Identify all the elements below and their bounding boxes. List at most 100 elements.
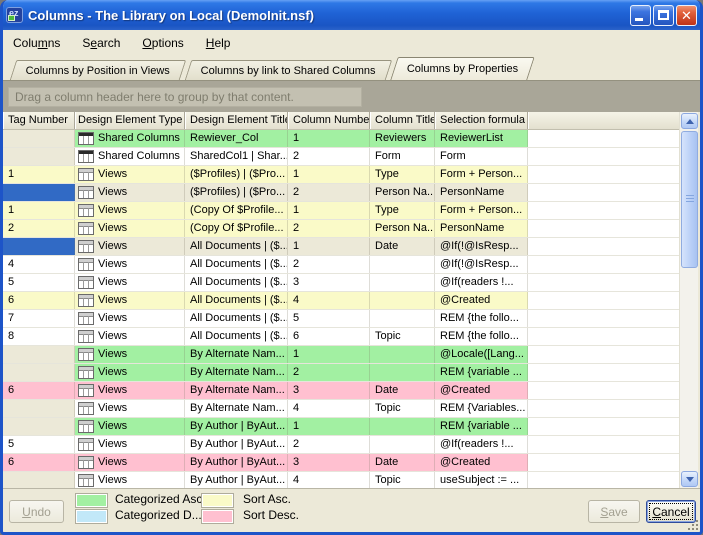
table-row[interactable]: 4 Views All Documents | ($... 2 @If(!@Is… [3, 256, 679, 274]
column-header-selection-formula[interactable]: Selection formula [435, 112, 528, 129]
cell-column-title: Date [370, 238, 435, 255]
vertical-scrollbar[interactable] [679, 112, 698, 488]
cell-column-title: Topic [370, 328, 435, 345]
design-element-icon [78, 312, 94, 325]
table-row[interactable]: Shared Columns Rewiever_Col 1 Reviewers … [3, 130, 679, 148]
cell-column-title: Topic [370, 400, 435, 417]
cell-tag-number [3, 346, 75, 363]
cell-selection-formula: @Locale([Lang... [435, 346, 528, 363]
tab-columns-by-properties[interactable]: Columns by Properties [390, 57, 535, 80]
cell-design-element-type: Views [98, 256, 127, 273]
table-row[interactable]: 5 Views All Documents | ($... 3 @If(read… [3, 274, 679, 292]
column-header-column-title[interactable]: Column Title [370, 112, 435, 129]
cell-selection-formula: REM {Variables... [435, 400, 528, 417]
column-header-design-element-type[interactable]: Design Element Type [75, 112, 185, 129]
tab-columns-by-position[interactable]: Columns by Position in Views [10, 60, 187, 80]
cell-design-element-title: SharedCol1 | Shar... [185, 148, 288, 165]
cell-design-element-title: All Documents | ($... [185, 310, 288, 327]
design-element-icon [78, 474, 94, 487]
cell-design-element-type: Views [98, 418, 127, 435]
table-row[interactable]: Views By Alternate Nam... 4 Topic REM {V… [3, 400, 679, 418]
cell-column-title: Type [370, 166, 435, 183]
design-element-icon [78, 402, 94, 415]
table-row[interactable]: 6 Views By Alternate Nam... 3 Date @Crea… [3, 382, 679, 400]
table-row[interactable]: Views ($Profiles) | ($Pro... 2 Person Na… [3, 184, 679, 202]
cell-column-number: 3 [288, 382, 370, 399]
cell-column-number: 2 [288, 256, 370, 273]
cell-design-element-type: Views [98, 472, 127, 488]
cell-tag-number: 6 [3, 292, 75, 309]
minimize-icon [635, 18, 643, 21]
cell-column-title: Person Na... [370, 220, 435, 237]
table-row[interactable]: 8 Views All Documents | ($... 6 Topic RE… [3, 328, 679, 346]
scroll-down-button[interactable] [681, 471, 698, 487]
menu-item-help[interactable]: Help [206, 36, 231, 50]
cell-design-element-title: (Copy Of $Profile... [185, 220, 288, 237]
group-by-drop-zone[interactable]: Drag a column header here to group by th… [8, 87, 362, 107]
resize-grip-icon[interactable] [686, 518, 698, 530]
table-row[interactable]: 6 Views All Documents | ($... 4 @Created [3, 292, 679, 310]
legend-label-sort-asc: Sort Asc. [243, 492, 291, 506]
design-element-icon [78, 168, 94, 181]
grid-body: Shared Columns Rewiever_Col 1 Reviewers … [3, 130, 679, 488]
tab-columns-by-link[interactable]: Columns by link to Shared Columns [185, 60, 392, 80]
cell-design-element-type: Shared Columns [98, 148, 180, 165]
scrollbar-thumb[interactable] [681, 131, 698, 268]
cell-column-number: 5 [288, 310, 370, 327]
app-window: ez Columns - The Library on Local (DemoI… [0, 0, 703, 535]
design-element-icon [78, 276, 94, 289]
table-row[interactable]: Shared Columns SharedCol1 | Shar... 2 Fo… [3, 148, 679, 166]
cell-column-title: Person Na... [370, 184, 435, 201]
table-row[interactable]: Views By Author | ByAut... 4 Topic useSu… [3, 472, 679, 488]
design-element-icon [78, 420, 94, 433]
cell-selection-formula: REM {the follo... [435, 328, 528, 345]
table-row[interactable]: 1 Views ($Profiles) | ($Pro... 1 Type Fo… [3, 166, 679, 184]
cell-selection-formula: REM {the follo... [435, 310, 528, 327]
table-row[interactable]: Views All Documents | ($... 1 Date @If(!… [3, 238, 679, 256]
scroll-up-button[interactable] [681, 113, 698, 129]
table-row[interactable]: 2 Views (Copy Of $Profile... 2 Person Na… [3, 220, 679, 238]
table-row[interactable]: Views By Alternate Nam... 1 @Locale([Lan… [3, 346, 679, 364]
menu-item-columns[interactable]: Columns [13, 36, 60, 50]
cell-tag-number: 5 [3, 436, 75, 453]
footer-bar: Undo Categorized Asc. Sort Asc. Categori… [3, 488, 700, 532]
close-button[interactable]: ✕ [676, 5, 697, 26]
app-icon: ez [6, 7, 23, 23]
cell-design-element-type: Views [98, 166, 127, 183]
design-element-icon [78, 150, 94, 163]
chevron-up-icon [686, 119, 694, 124]
maximize-button[interactable] [653, 5, 674, 26]
cell-tag-number: 6 [3, 382, 75, 399]
column-header-design-element-title[interactable]: Design Element Title [185, 112, 288, 129]
column-header-filler [528, 112, 679, 129]
cell-column-number: 4 [288, 292, 370, 309]
cell-tag-number: 8 [3, 328, 75, 345]
table-row[interactable]: Views By Author | ByAut... 1 REM {variab… [3, 418, 679, 436]
grid-header: Tag Number Design Element Type Design El… [3, 112, 679, 130]
cell-design-element-title: By Author | ByAut... [185, 418, 288, 435]
column-header-tag-number[interactable]: Tag Number [3, 112, 75, 129]
minimize-button[interactable] [630, 5, 651, 26]
cell-column-title: Date [370, 454, 435, 471]
column-header-column-number[interactable]: Column Number [288, 112, 370, 129]
design-element-icon [78, 348, 94, 361]
cell-selection-formula: @Created [435, 382, 528, 399]
cell-column-title [370, 310, 435, 327]
cell-column-number: 2 [288, 220, 370, 237]
table-row[interactable]: 5 Views By Author | ByAut... 2 @If(reade… [3, 436, 679, 454]
menu-item-options[interactable]: Options [142, 36, 183, 50]
cell-design-element-title: By Author | ByAut... [185, 436, 288, 453]
cell-selection-formula: Form + Person... [435, 202, 528, 219]
undo-button[interactable]: Undo [9, 500, 64, 523]
design-element-icon [78, 330, 94, 343]
cell-tag-number: 2 [3, 220, 75, 237]
menu-item-search[interactable]: Search [82, 36, 120, 50]
design-element-icon [78, 294, 94, 307]
table-row[interactable]: 7 Views All Documents | ($... 5 REM {the… [3, 310, 679, 328]
cell-selection-formula: Form + Person... [435, 166, 528, 183]
table-row[interactable]: 1 Views (Copy Of $Profile... 1 Type Form… [3, 202, 679, 220]
save-button[interactable]: Save [588, 500, 640, 523]
table-row[interactable]: Views By Alternate Nam... 2 REM {variabl… [3, 364, 679, 382]
table-row[interactable]: 6 Views By Author | ByAut... 3 Date @Cre… [3, 454, 679, 472]
cell-column-title [370, 292, 435, 309]
